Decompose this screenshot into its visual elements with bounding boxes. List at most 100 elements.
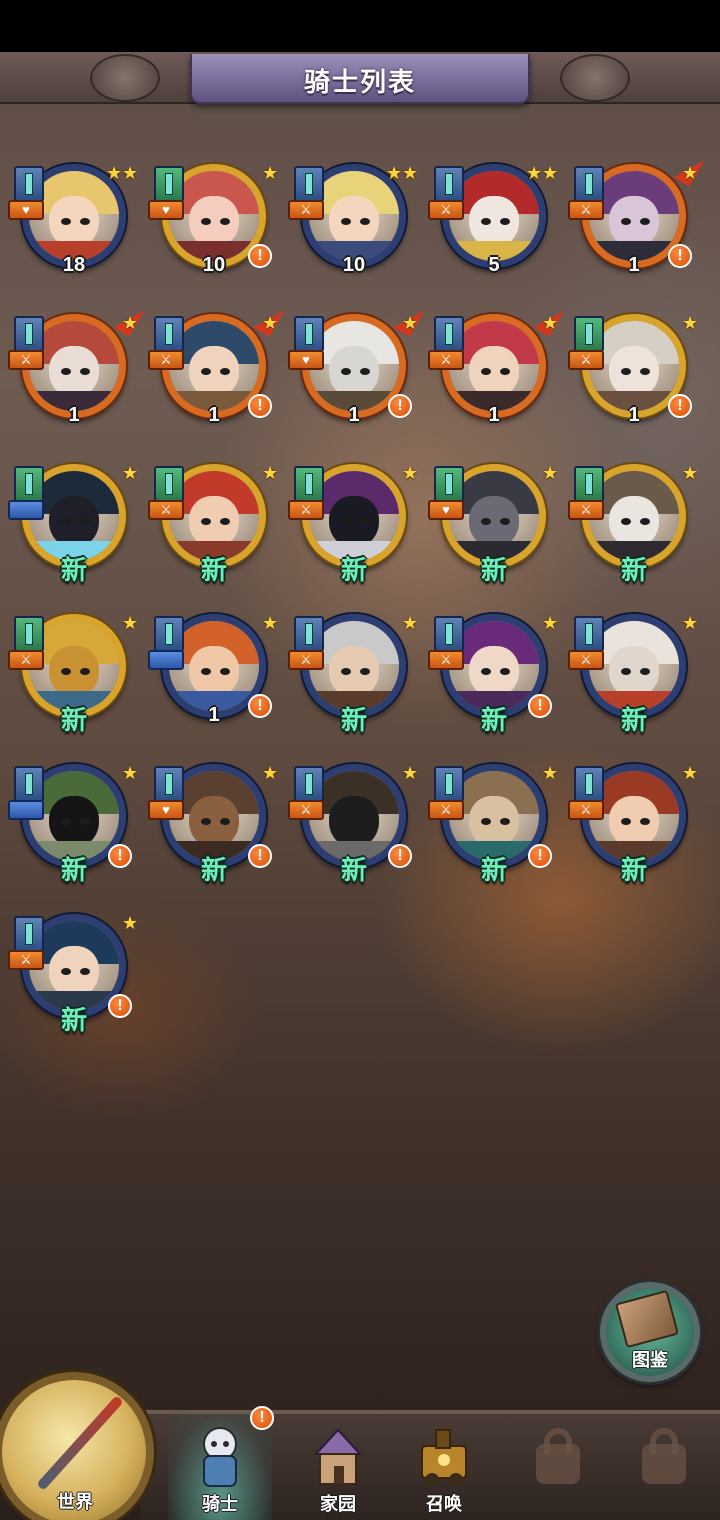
nav-tab-locked-2[interactable] — [612, 1414, 716, 1520]
class-badge-icon — [14, 616, 44, 652]
star-icon: ★ — [122, 763, 139, 783]
knight-card[interactable]: ⚔ ★ 新 — [568, 612, 698, 742]
knight-card[interactable]: ⚔ ★ 1! — [568, 312, 698, 442]
role-badge-icon: ⚔ — [8, 950, 44, 970]
star-icon: ★ — [402, 613, 419, 633]
star-icon: ★ — [262, 463, 279, 483]
class-badge-icon — [14, 466, 44, 502]
alert-badge: ! — [528, 844, 552, 868]
class-badge-icon — [294, 466, 324, 502]
role-badge-icon: ⚔ — [568, 650, 604, 670]
shard-count: 10 — [342, 254, 366, 276]
role-badge-icon: ♥ — [288, 350, 324, 370]
class-badge-icon — [574, 766, 604, 802]
train-icon — [414, 1422, 474, 1492]
star-icon: ★ — [682, 163, 699, 183]
class-badge-icon — [574, 466, 604, 502]
role-badge-icon: ♥ — [148, 200, 184, 220]
knight-card[interactable]: ★ 新! — [8, 762, 138, 892]
knight-card[interactable]: ⚔ ★ 1 — [8, 301, 145, 442]
knight-card[interactable]: ★ 新 — [8, 462, 138, 592]
star-icon: ★ — [262, 313, 279, 333]
class-badge-icon — [434, 766, 464, 802]
knight-grid: ♥ ★ ★ 18 ♥ ★ 10! ⚔ ★ ★ 10 ⚔ ★ ★ 5 ⚔ ★ 1! ⚔ ★ 1 ⚔ ★ 1! ♥ ★ 1! ⚔ ★ 1 ⚔ ★ 1… — [0, 0, 720, 1100]
knight-card[interactable]: ⚔ ★ 新! — [8, 912, 138, 1042]
role-badge-icon: ⚔ — [288, 200, 324, 220]
star-icon: ★ — [262, 613, 279, 633]
alert-badge: ! — [388, 394, 412, 418]
role-badge-icon: ⚔ — [428, 650, 464, 670]
new-label: 新 — [340, 555, 367, 585]
nav-label-summon: 召唤 — [426, 1494, 462, 1514]
star-icon: ★ — [682, 463, 699, 483]
class-badge-icon — [154, 616, 184, 652]
knight-card[interactable]: ★ 1! — [148, 612, 278, 742]
new-label: 新 — [60, 555, 87, 585]
nav-tab-home[interactable]: 家园 — [286, 1414, 390, 1520]
role-badge-icon: ⚔ — [428, 350, 464, 370]
role-badge-icon: ⚔ — [288, 650, 324, 670]
class-badge-icon — [294, 166, 324, 202]
star-icon: ★ — [122, 913, 139, 933]
new-label: 新 — [620, 555, 647, 585]
new-label: 新 — [620, 855, 647, 885]
role-badge-icon: ⚔ — [428, 200, 464, 220]
knight-card[interactable]: ⚔ ★ ★ 5 — [428, 162, 558, 292]
role-badge-icon: ♥ — [8, 200, 44, 220]
alert-badge: ! — [528, 694, 552, 718]
alert-badge: ! — [108, 844, 132, 868]
nav-label-home: 家园 — [320, 1494, 356, 1514]
role-badge-icon: ⚔ — [288, 800, 324, 820]
knight-icon — [190, 1422, 250, 1492]
knight-card[interactable]: ⚔ ★ 新 — [568, 462, 698, 592]
knight-card[interactable]: ♥ ★ ★ 18 — [8, 162, 138, 292]
knight-card[interactable]: ⚔ ★ ★ 10 — [288, 162, 418, 292]
class-badge-icon — [154, 766, 184, 802]
class-badge-icon — [14, 766, 44, 802]
nav-tab-summon[interactable]: 召唤 — [392, 1414, 496, 1520]
star-icon: ★ — [682, 313, 699, 333]
knight-card[interactable]: ⚔ ★ 新 — [568, 762, 698, 892]
star-icon: ★ — [122, 613, 139, 633]
star-icon: ★ — [402, 463, 419, 483]
new-label: 新 — [60, 705, 87, 735]
knight-card[interactable]: ⚔ ★ 新! — [428, 762, 558, 892]
star-icon: ★ — [682, 763, 699, 783]
star-icon: ★ — [542, 313, 559, 333]
knight-card[interactable]: ⚔ ★ 1! — [568, 151, 705, 292]
knight-card[interactable]: ⚔ ★ 1 — [428, 301, 565, 442]
role-badge-icon: ⚔ — [428, 800, 464, 820]
star-icon: ★ — [402, 163, 419, 183]
class-badge-icon — [14, 316, 44, 352]
knight-card[interactable]: ⚔ ★ 新! — [288, 762, 418, 892]
knight-card[interactable]: ⚔ ★ 新! — [428, 612, 558, 742]
knight-card[interactable]: ♥ ★ 新! — [148, 762, 278, 892]
class-badge-icon — [574, 166, 604, 202]
class-badge-icon — [14, 916, 44, 952]
knight-card[interactable]: ♥ ★ 1! — [288, 301, 425, 442]
shard-count: 1 — [68, 404, 80, 426]
knight-card[interactable]: ⚔ ★ 1! — [148, 301, 285, 442]
knight-card[interactable]: ♥ ★ 10! — [148, 162, 278, 292]
knight-card[interactable]: ⚔ ★ 新 — [288, 462, 418, 592]
star-icon: ★ — [402, 313, 419, 333]
class-badge-icon — [154, 166, 184, 202]
class-badge-icon — [434, 316, 464, 352]
nav-tab-knights[interactable]: 骑士 — [168, 1414, 272, 1520]
star-icon: ★ — [262, 763, 279, 783]
knight-card[interactable]: ⚔ ★ 新 — [148, 462, 278, 592]
knight-card[interactable]: ♥ ★ 新 — [428, 462, 558, 592]
shard-count: 18 — [62, 254, 86, 276]
knight-card[interactable]: ⚔ ★ 新 — [288, 612, 418, 742]
class-badge-icon — [294, 766, 324, 802]
class-badge-icon — [294, 616, 324, 652]
role-badge-icon: ⚔ — [148, 500, 184, 520]
alert-badge: ! — [388, 844, 412, 868]
nav-label-knights: 骑士 — [202, 1494, 238, 1514]
role-badge-icon: ♥ — [428, 500, 464, 520]
class-badge-icon — [434, 466, 464, 502]
role-badge-icon — [8, 500, 44, 520]
class-badge-icon — [14, 166, 44, 202]
knight-card[interactable]: ⚔ ★ 新 — [8, 612, 138, 742]
nav-tab-locked-1[interactable] — [506, 1414, 610, 1520]
